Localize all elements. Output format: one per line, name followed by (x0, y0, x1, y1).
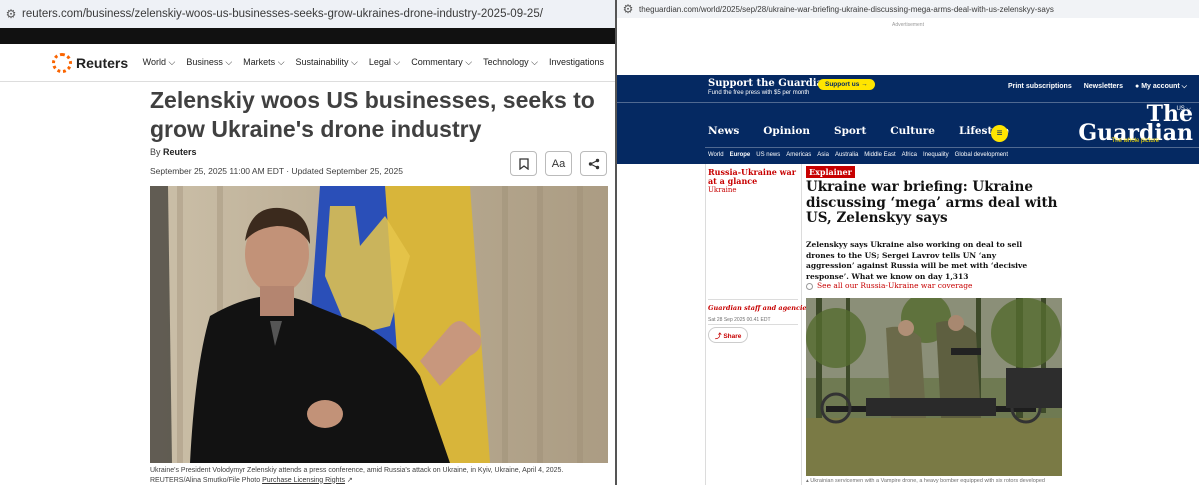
address-bar[interactable]: ⚙ reuters.com/business/zelenskiy-woos-us… (0, 0, 615, 28)
divider (708, 299, 798, 300)
subnav-africa[interactable]: Africa (902, 152, 917, 158)
byline: By Reuters (150, 147, 197, 157)
bookmark-icon (518, 157, 529, 170)
reuters-logo-icon (52, 52, 72, 73)
licensing-link[interactable]: Purchase Licensing Rights (262, 477, 345, 484)
author-link[interactable]: Reuters (163, 147, 197, 157)
article-photo (150, 186, 608, 463)
top-bar (0, 28, 615, 44)
menu-item-legal[interactable]: Legal ⌵ (369, 57, 400, 68)
article-headline: Zelenskiy woos US businesses, seeks to g… (150, 87, 595, 142)
subnav-americas[interactable]: Americas (786, 152, 811, 158)
newsletters-link[interactable]: Newsletters (1084, 83, 1123, 91)
my-account-link[interactable]: ● My account ⌵ (1135, 83, 1187, 91)
reuters-nav: Reuters World ⌵ Business ⌵ Markets ⌵ Sus… (0, 44, 615, 82)
section-link[interactable]: Ukraine (708, 186, 737, 194)
site-settings-icon[interactable]: ⚙ (617, 2, 639, 16)
share-icon: ⤴ (715, 333, 722, 340)
main-menu: World ⌵ Business ⌵ Markets ⌵ Sustainabil… (143, 57, 615, 68)
see-all-link[interactable]: See all our Russia-Ukraine war coverage (806, 281, 972, 290)
account-icon: ● (1135, 83, 1140, 90)
share-button[interactable] (580, 151, 607, 176)
url-text[interactable]: reuters.com/business/zelenskiy-woos-us-b… (22, 8, 543, 20)
subnav-asia[interactable]: Asia (817, 152, 829, 158)
pillar-sport[interactable]: Sport (834, 125, 866, 137)
menu-item-sustainability[interactable]: Sustainability ⌵ (296, 57, 358, 68)
article-date: September 25, 2025 11:00 AM EDT · Update… (150, 166, 403, 176)
subnav-us-news[interactable]: US news (756, 152, 780, 158)
menu-item-technology[interactable]: Technology ⌵ (483, 57, 538, 68)
pillar-culture[interactable]: Culture (890, 125, 935, 137)
pillar-news[interactable]: News (708, 125, 739, 137)
column-rule (801, 164, 802, 485)
subnav-middle-east[interactable]: Middle East (864, 152, 895, 158)
article-headline: Ukraine war briefing: Ukraine discussing… (806, 179, 1058, 226)
standfirst: Zelenskyy says Ukraine also working on d… (806, 240, 1028, 281)
byline[interactable]: Guardian staff and agencies (708, 304, 810, 312)
subnav-australia[interactable]: Australia (835, 152, 858, 158)
pillar-nav: News Opinion Sport Culture Lifestyle (708, 125, 1033, 137)
external-link-icon: ↗ (346, 476, 353, 484)
menu-icon[interactable]: ≡ (991, 125, 1008, 142)
column-rule (705, 164, 706, 485)
article-photo (806, 298, 1062, 476)
photo-caption: ▴ Ukrainian servicemen with a Vampire dr… (806, 478, 1045, 484)
reuters-window: ⚙ reuters.com/business/zelenskiy-woos-us… (0, 0, 617, 485)
top-links: Print subscriptions Newsletters ● My acc… (1008, 83, 1187, 91)
menu-item-commentary[interactable]: Commentary ⌵ (411, 57, 472, 68)
menu-item-business[interactable]: Business ⌵ (186, 57, 232, 68)
series-link[interactable]: Russia-Ukraine war at a glance (708, 168, 800, 186)
url-text[interactable]: theguardian.com/world/2025/sep/28/ukrain… (639, 5, 1054, 14)
share-button[interactable]: ⤴ Share (708, 327, 749, 343)
divider (705, 147, 1199, 148)
print-subscriptions-link[interactable]: Print subscriptions (1008, 83, 1072, 91)
address-bar[interactable]: ⚙ theguardian.com/world/2025/sep/28/ukra… (617, 0, 1199, 18)
explainer-label: Explainer (806, 166, 855, 178)
bookmark-button[interactable] (510, 151, 537, 176)
article-tools: Aa (510, 151, 607, 176)
camera-icon: ▴ (806, 478, 809, 484)
text-size-button[interactable]: Aa (545, 151, 572, 176)
bullet-icon (806, 282, 813, 290)
share-icon (588, 158, 599, 169)
photo-caption: Ukraine's President Volodymyr Zelenskiy … (150, 467, 564, 484)
divider (617, 102, 1199, 103)
subnav-global-development[interactable]: Global development (955, 152, 1008, 158)
reuters-logo[interactable]: Reuters (52, 52, 143, 73)
advertisement-label: Advertisement (892, 22, 924, 28)
site-settings-icon[interactable]: ⚙ (0, 7, 22, 21)
divider (708, 324, 798, 325)
support-us-button[interactable]: Support us → (818, 79, 875, 90)
subnav-europe[interactable]: Europe (730, 152, 751, 158)
menu-item-world[interactable]: World ⌵ (143, 57, 176, 68)
article-date: Sat 28 Sep 2025 00.41 EDT (708, 317, 771, 323)
subnav-inequality[interactable]: Inequality (923, 152, 949, 158)
guardian-window: ⚙ theguardian.com/world/2025/sep/28/ukra… (617, 0, 1199, 485)
menu-item-investigations[interactable]: Investigations (549, 57, 604, 68)
guardian-tagline: The whole picture (1111, 138, 1159, 144)
subnav-world[interactable]: World (708, 152, 724, 158)
support-title: Support the Guardian (708, 78, 831, 89)
menu-item-markets[interactable]: Markets ⌵ (243, 57, 284, 68)
support-subtitle: Fund the free press with $5 per month (708, 90, 810, 96)
subnav: World Europe US news Americas Asia Austr… (708, 152, 1008, 158)
pillar-opinion[interactable]: Opinion (763, 125, 810, 137)
